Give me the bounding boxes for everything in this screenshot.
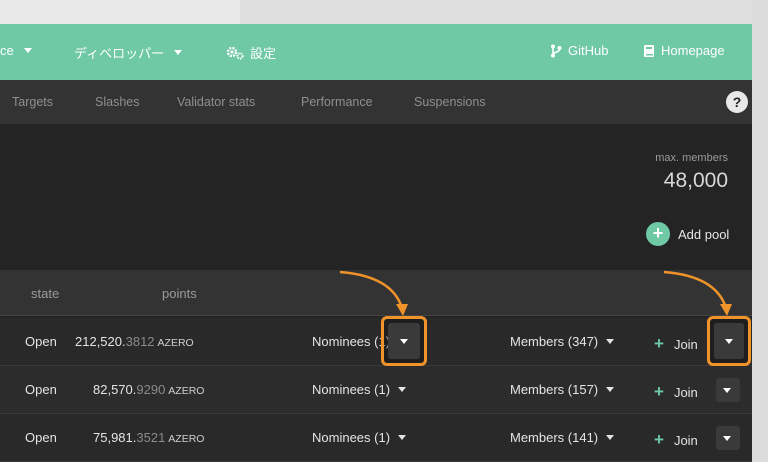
max-members-label: max. members xyxy=(655,152,728,164)
book-icon xyxy=(644,44,654,57)
row-state: Open xyxy=(25,430,57,445)
plus-icon: + xyxy=(654,382,664,401)
chevron-down-icon xyxy=(400,339,408,344)
points-decimal: 3521 xyxy=(136,430,166,445)
members-label: Members (141) xyxy=(510,430,599,445)
plus-icon: + xyxy=(654,334,664,353)
header-state: state xyxy=(31,286,60,301)
chevron-down-icon xyxy=(23,48,32,53)
join-label: Join xyxy=(673,384,698,400)
max-members-value: 48,000 xyxy=(663,169,728,192)
points-decimal: 3812 xyxy=(125,334,155,349)
points-integer: 212,520. xyxy=(75,334,126,349)
table-row: Open 75,981.3521 AZERO Nominees (1) Membe… xyxy=(0,414,752,462)
header-points: points xyxy=(162,286,197,301)
menu-partial[interactable]: ce xyxy=(0,43,32,58)
table-row: Open 82,570.9290 AZERO Nominees (1) Membe… xyxy=(0,366,752,414)
menu-developer[interactable]: ディベロッパー xyxy=(74,43,183,62)
git-branch-icon xyxy=(551,44,562,57)
row-state: Open xyxy=(25,334,57,349)
nominees-dropdown[interactable]: Nominees (1) xyxy=(312,430,407,445)
join-button[interactable]: + Join xyxy=(654,430,698,450)
join-button[interactable]: + Join xyxy=(654,334,698,354)
row-points: 212,520.3812 AZERO xyxy=(75,334,194,349)
chevron-down-icon xyxy=(723,388,731,393)
points-integer: 75,981. xyxy=(93,430,137,445)
points-unit: AZERO xyxy=(168,385,205,397)
chevron-down-icon xyxy=(606,435,615,440)
tab-targets[interactable]: Targets xyxy=(12,95,53,109)
members-dropdown[interactable]: Members (157) xyxy=(510,382,615,397)
top-menu-bar: ce ディベロッパー 設定 GitHub Homepage xyxy=(0,24,752,80)
add-pool-button[interactable]: + Add pool xyxy=(646,222,729,246)
nominees-dropdown[interactable]: Nominees (1) xyxy=(312,382,407,397)
points-unit: AZERO xyxy=(157,337,194,349)
members-label: Members (157) xyxy=(510,382,599,397)
browser-chrome xyxy=(0,0,752,24)
members-label: Members (347) xyxy=(510,334,599,349)
join-label: Join xyxy=(673,432,698,448)
tab-suspensions[interactable]: Suspensions xyxy=(414,95,486,109)
homepage-link[interactable]: Homepage xyxy=(643,43,725,58)
menu-developer-label: ディベロッパー xyxy=(74,46,165,61)
plus-icon: + xyxy=(654,430,664,449)
add-pool-label: Add pool xyxy=(678,226,730,242)
more-options-button[interactable] xyxy=(714,323,744,359)
points-unit: AZERO xyxy=(168,433,205,445)
plus-circle-icon: + xyxy=(646,222,670,246)
nominees-label: Nominees (1) xyxy=(312,334,391,349)
tab-performance[interactable]: Performance xyxy=(301,95,373,109)
gears-icon xyxy=(226,46,244,60)
homepage-label: Homepage xyxy=(661,43,725,58)
chevron-down-icon xyxy=(174,50,183,55)
points-integer: 82,570. xyxy=(93,382,137,397)
browser-tab[interactable] xyxy=(0,0,240,24)
tab-slashes[interactable]: Slashes xyxy=(95,95,139,109)
join-button[interactable]: + Join xyxy=(654,382,698,402)
more-options-button[interactable] xyxy=(716,426,740,450)
row-points: 75,981.3521 AZERO xyxy=(93,430,204,445)
sub-navigation: Targets Slashes Validator stats Performa… xyxy=(0,80,752,124)
chevron-down-icon xyxy=(725,339,733,344)
row-state: Open xyxy=(25,382,57,397)
menu-settings-label: 設定 xyxy=(250,46,277,61)
github-link[interactable]: GitHub xyxy=(550,43,608,58)
help-button[interactable]: ? xyxy=(726,91,748,113)
more-options-button[interactable] xyxy=(716,378,740,402)
members-dropdown[interactable]: Members (141) xyxy=(510,430,615,445)
nominees-label: Nominees (1) xyxy=(312,430,391,445)
members-dropdown[interactable]: Members (347) xyxy=(510,334,615,349)
nominees-label: Nominees (1) xyxy=(312,382,391,397)
highlighted-more-toggle[interactable] xyxy=(707,316,751,366)
chevron-down-icon xyxy=(398,387,407,392)
points-decimal: 9290 xyxy=(136,382,166,397)
chevron-down-icon xyxy=(723,436,731,441)
chevron-down-icon xyxy=(398,435,407,440)
table-header: state points xyxy=(0,270,752,316)
nominees-dropdown[interactable]: Nominees (1) xyxy=(312,334,390,349)
chevron-down-icon xyxy=(606,387,615,392)
table-row: Open 212,520.3812 AZERO Nominees (1) Memb… xyxy=(0,318,752,366)
menu-partial-label: ce xyxy=(0,43,14,58)
github-label: GitHub xyxy=(568,43,609,58)
row-points: 82,570.9290 AZERO xyxy=(93,382,204,397)
chevron-down-icon xyxy=(606,339,615,344)
menu-settings[interactable]: 設定 xyxy=(226,43,276,62)
highlighted-nominees-toggle[interactable] xyxy=(381,316,427,366)
nominees-toggle-button[interactable] xyxy=(388,323,420,359)
tab-validator-stats[interactable]: Validator stats xyxy=(177,95,255,109)
pool-summary: max. members 48,000 + Add pool xyxy=(0,124,752,270)
join-label: Join xyxy=(673,336,698,352)
